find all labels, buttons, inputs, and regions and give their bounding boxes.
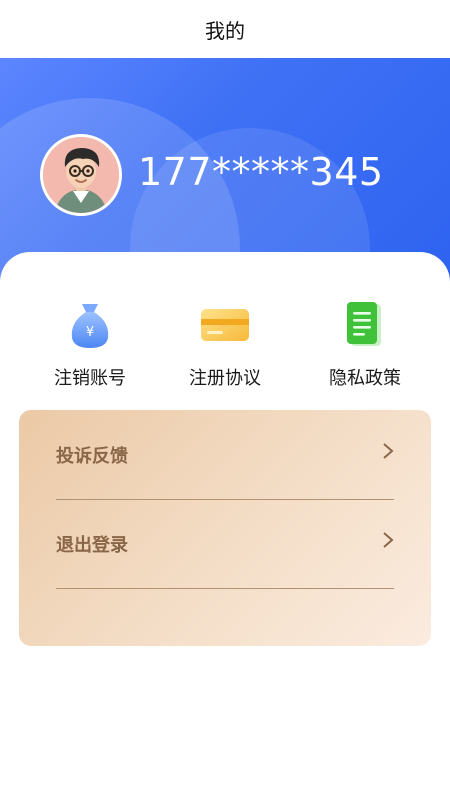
document-icon — [347, 302, 381, 346]
chevron-right-icon — [383, 532, 394, 548]
quick-action-cancel-account[interactable]: ¥ 注销账号 — [35, 300, 145, 390]
menu-item-logout[interactable]: 退出登录 — [56, 499, 394, 589]
quick-action-label: 注销账号 — [54, 368, 126, 389]
svg-text:¥: ¥ — [86, 325, 94, 340]
quick-action-label: 隐私政策 — [329, 368, 401, 389]
menu-item-feedback[interactable]: 投诉反馈 — [56, 410, 394, 500]
quick-action-registration-agreement[interactable]: 注册协议 — [170, 300, 280, 390]
cartoon-boy-avatar-icon — [43, 137, 119, 213]
top-bar: 我的 — [0, 0, 450, 58]
phone-number: 177*****345 — [138, 150, 384, 194]
money-bag-icon: ¥ — [71, 304, 109, 348]
menu-item-label: 投诉反馈 — [56, 446, 128, 467]
menu-item-label: 退出登录 — [56, 535, 128, 556]
chevron-right-icon — [383, 443, 394, 459]
settings-card: 投诉反馈 退出登录 — [19, 410, 431, 646]
page-title: 我的 — [205, 18, 245, 43]
quick-action-privacy-policy[interactable]: 隐私政策 — [310, 300, 420, 390]
avatar[interactable] — [40, 134, 122, 216]
card-icon — [201, 309, 249, 341]
quick-action-label: 注册协议 — [189, 368, 261, 389]
